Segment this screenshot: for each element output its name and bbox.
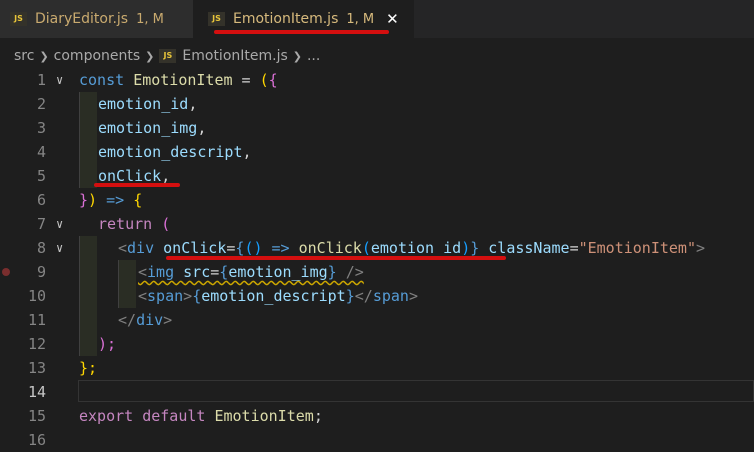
code-text: emotion_id, (98, 95, 198, 113)
line-number: 5 (36, 167, 46, 185)
line-number: 14 (27, 383, 46, 401)
code-line: 10 <span>{emotion_descript}</span> (0, 284, 754, 308)
code-line: 3 emotion_img, (0, 116, 754, 140)
fold-chevron-icon[interactable]: ∨ (56, 212, 70, 236)
editor-tab-bar: JS DiaryEditor.js 1, M JS EmotionItem.js… (0, 0, 754, 38)
code-line: 6 }) => { (0, 188, 754, 212)
code-line: 7 ∨ return ( (0, 212, 754, 236)
breadcrumb-item-components[interactable]: components (54, 48, 141, 64)
javascript-file-icon: JS (10, 12, 27, 26)
code-line: 1 ∨ const EmotionItem = ({ (0, 68, 754, 92)
line-number: 4 (36, 143, 46, 161)
code-line: 11 </div> (0, 308, 754, 332)
code-line: 13 }; (0, 356, 754, 380)
code-line: 16 (0, 428, 754, 452)
tab-diary-editor[interactable]: JS DiaryEditor.js 1, M (0, 0, 193, 38)
chevron-right-icon: ❯ (145, 49, 155, 63)
code-text: </div> (118, 311, 173, 329)
line-number: 7 (36, 215, 46, 233)
breadcrumb-item-more[interactable]: ... (307, 48, 320, 64)
code-text: emotion_descript, (98, 143, 252, 161)
chevron-right-icon: ❯ (39, 49, 49, 63)
line-number: 1 (36, 71, 46, 89)
tab-label: EmotionItem.js (233, 11, 339, 27)
tab-status-badge: 1, M (136, 11, 164, 27)
code-text: <img src={emotion_img} /> (138, 263, 364, 281)
annotation-underline (214, 30, 389, 34)
code-text: emotion_img, (98, 119, 207, 137)
breadcrumb: src ❯ components ❯ JS EmotionItem.js ❯ .… (14, 46, 320, 66)
code-text: <span>{emotion_descript}</span> (138, 287, 418, 305)
fold-chevron-icon[interactable]: ∨ (56, 236, 70, 260)
code-text: ); (98, 335, 117, 353)
javascript-file-icon: JS (159, 49, 177, 63)
line-number: 16 (27, 431, 46, 449)
line-number: 11 (27, 311, 46, 329)
code-text: }; (79, 359, 98, 377)
code-text: export default EmotionItem; (79, 407, 323, 425)
line-number: 10 (27, 287, 46, 305)
current-line-highlight (78, 380, 754, 402)
breadcrumb-item-file[interactable]: EmotionItem.js (182, 48, 287, 64)
tab-status-badge: 1, M (346, 11, 375, 27)
chevron-right-icon: ❯ (292, 49, 302, 63)
close-icon[interactable]: ✕ (386, 10, 399, 28)
breadcrumb-item-src[interactable]: src (14, 48, 34, 64)
code-line: 9 <img src={emotion_img} /> (0, 260, 754, 284)
tab-label: DiaryEditor.js (35, 11, 129, 27)
line-number: 13 (27, 359, 46, 377)
line-number: 3 (36, 119, 46, 137)
code-line-current: 14 (0, 380, 754, 404)
line-number: 9 (36, 263, 46, 281)
line-number: 2 (36, 95, 46, 113)
code-line: 12 ); (0, 332, 754, 356)
code-text: const EmotionItem = ({ (79, 71, 278, 89)
code-text: return ( (98, 215, 171, 233)
code-editor[interactable]: 1 ∨ const EmotionItem = ({ 2 emotion_id,… (0, 68, 754, 449)
line-number: 8 (36, 239, 46, 257)
javascript-file-icon: JS (208, 12, 225, 26)
line-number: 15 (27, 407, 46, 425)
line-number: 6 (36, 191, 46, 209)
code-line: 4 emotion_descript, (0, 140, 754, 164)
code-line: 15 export default EmotionItem; (0, 404, 754, 428)
annotation-underline (94, 183, 180, 187)
line-number: 12 (27, 335, 46, 353)
fold-chevron-icon[interactable]: ∨ (56, 68, 70, 92)
code-text: }) => { (79, 191, 143, 209)
code-line: 2 emotion_id, (0, 92, 754, 116)
